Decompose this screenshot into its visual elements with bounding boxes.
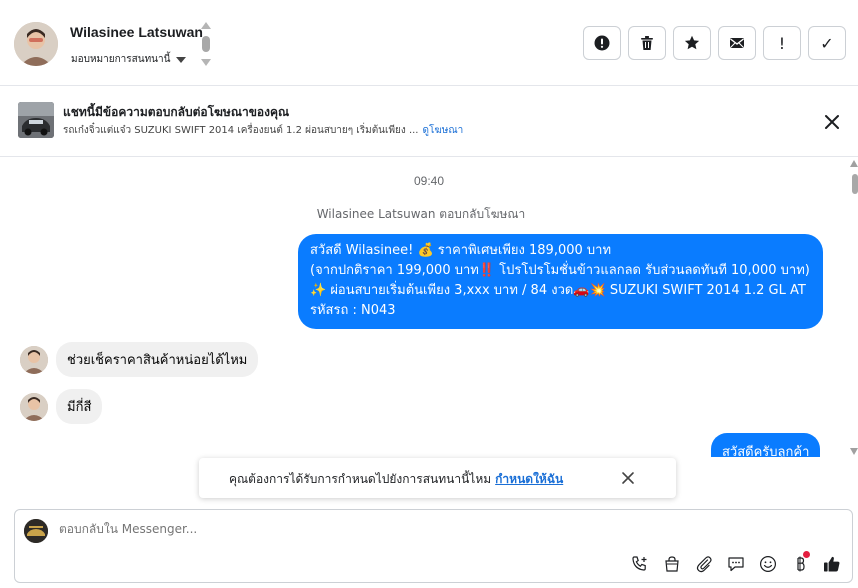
assign-label: มอบหมายการสนทนานี้ [71, 54, 171, 65]
message-composer [14, 509, 853, 583]
scroll-down-icon[interactable] [850, 448, 858, 455]
assign-to-me-link[interactable]: กำหนดให้ฉัน [495, 472, 563, 486]
delete-button[interactable] [628, 26, 666, 60]
ad-reply-banner: แชทนี้มีข้อความตอบกลับต่อโฆษณาของคุณ รถเ… [0, 86, 858, 157]
header-scrollbar[interactable] [201, 22, 211, 68]
spam-button[interactable]: ! [763, 26, 801, 60]
call-button[interactable] [629, 553, 651, 575]
like-button[interactable] [821, 553, 843, 575]
alert-circle-icon [594, 35, 610, 51]
phone-plus-icon [632, 556, 647, 571]
payment-button[interactable] [789, 551, 811, 575]
thread-scrollbar[interactable] [850, 160, 858, 458]
envelope-icon [730, 38, 744, 48]
thumbs-up-icon [824, 556, 840, 572]
header-actions: ! ✓ [583, 26, 846, 60]
star-icon [684, 35, 700, 50]
incoming-message-row: มีกี่สี [20, 389, 103, 424]
scroll-up-icon[interactable] [201, 22, 211, 29]
chat-reply-icon [728, 557, 744, 572]
contact-name[interactable]: Wilasinee Latsuwan [70, 24, 203, 40]
toast-message: คุณต้องการได้รับการกำหนดไปยังการสนทนานี้… [229, 470, 563, 489]
reply-input[interactable] [59, 522, 819, 536]
attach-button[interactable] [693, 553, 715, 575]
ad-banner-subtitle: รถเก๋งจิ๋วแต่แจ๋ว SUZUKI SWIFT 2014 เครื… [63, 123, 463, 138]
contact-avatar-small[interactable] [20, 345, 48, 374]
notification-dot [803, 551, 810, 558]
saved-replies-button[interactable] [725, 553, 747, 575]
trash-icon [641, 36, 653, 50]
view-ad-link[interactable]: ดูโฆษณา [423, 125, 464, 136]
incoming-message[interactable]: มีกี่สี [56, 389, 103, 424]
message-timestamp: 09:40 [413, 174, 445, 188]
exclamation-icon: ! [778, 33, 786, 53]
caret-down-icon [176, 56, 187, 63]
ad-banner-title: แชทนี้มีข้อความตอบกลับต่อโฆษณาของคุณ [63, 105, 290, 119]
contact-avatar[interactable] [14, 22, 58, 66]
ad-description: รถเก๋งจิ๋วแต่แจ๋ว SUZUKI SWIFT 2014 เครื… [63, 125, 419, 136]
incoming-message[interactable]: ช่วยเช็คราคาสินค้าหน่อยได้ไหม [56, 342, 259, 377]
close-icon[interactable] [621, 471, 635, 485]
assign-prompt-toast: คุณต้องการได้รับการกำหนดไปยังการสนทนานี้… [199, 458, 676, 498]
products-button[interactable] [661, 553, 683, 575]
emoji-button[interactable] [757, 553, 779, 575]
page-avatar[interactable] [24, 519, 48, 543]
report-button[interactable] [583, 26, 621, 60]
system-note: Wilasinee Latsuwan ตอบกลับโฆษณา [316, 207, 526, 221]
checkmark-icon: ✓ [820, 33, 834, 53]
toast-text: คุณต้องการได้รับการกำหนดไปยังการสนทนานี้… [229, 472, 492, 486]
scroll-down-icon[interactable] [201, 59, 211, 66]
outgoing-message[interactable]: สวัสดีครับลูกค้า [711, 433, 821, 457]
assign-dropdown[interactable]: มอบหมายการสนทนานี้ [71, 52, 187, 67]
scroll-thumb[interactable] [852, 174, 858, 194]
mark-done-button[interactable]: ✓ [808, 26, 846, 60]
emoji-icon [759, 555, 777, 573]
ad-thumbnail[interactable] [18, 102, 54, 138]
shopping-bag-icon [665, 556, 679, 572]
scroll-up-icon[interactable] [850, 160, 858, 167]
message-line: สวัสดี Wilasinee! 💰 ราคาพิเศษเพียง 189,0… [310, 243, 612, 258]
close-icon[interactable] [822, 112, 842, 132]
mark-unread-button[interactable] [718, 26, 756, 60]
message-line: (จากปกติราคา 199,000 บาท‼️ โปรโปรโมชั่นข… [310, 263, 810, 278]
incoming-message-row: ช่วยเช็คราคาสินค้าหน่อยได้ไหม [20, 342, 259, 377]
composer-toolbar [629, 551, 843, 575]
message-line: ✨ ผ่อนสบายเริ่มต้นเพียง 3,xxx บาท / 84 ง… [310, 283, 806, 298]
outgoing-message[interactable]: สวัสดี Wilasinee! 💰 ราคาพิเศษเพียง 189,0… [298, 234, 823, 329]
scroll-thumb[interactable] [202, 36, 210, 52]
star-button[interactable] [673, 26, 711, 60]
message-line: รหัสรถ : N043 [310, 303, 396, 318]
paperclip-icon [696, 556, 712, 573]
contact-avatar-small[interactable] [20, 392, 48, 421]
message-thread[interactable]: 09:40 Wilasinee Latsuwan ตอบกลับโฆษณา สว… [0, 157, 858, 457]
conversation-header: Wilasinee Latsuwan มอบหมายการสนทนานี้ ! … [0, 0, 858, 86]
